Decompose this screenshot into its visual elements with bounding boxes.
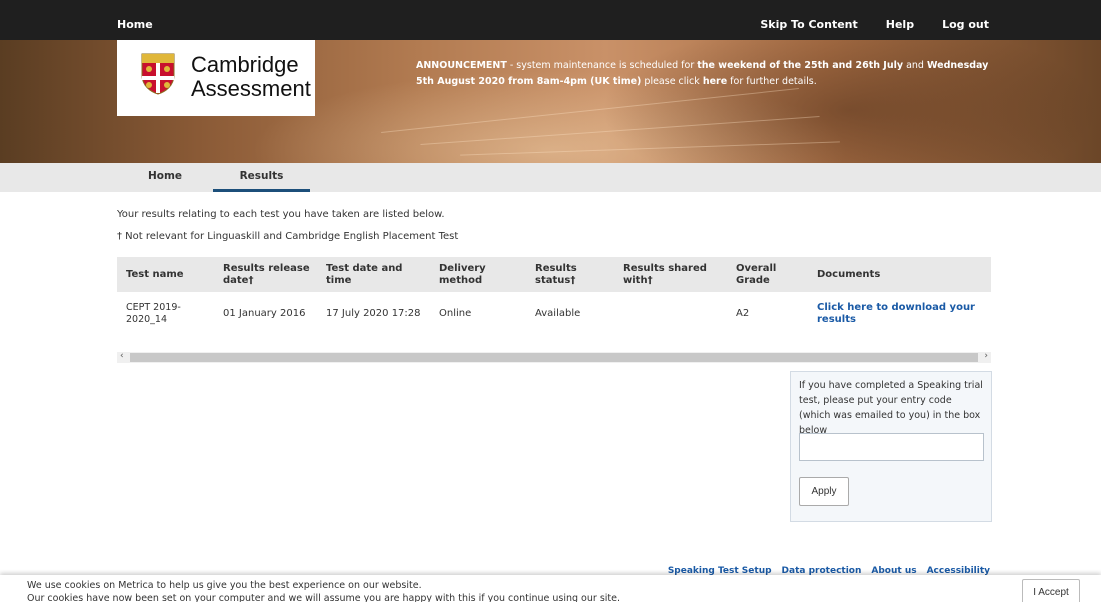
main-nav: Home Results xyxy=(0,163,1101,192)
scroll-right-icon[interactable]: › xyxy=(984,351,988,361)
announcement-text: - system maintenance is scheduled for xyxy=(506,60,698,71)
col-test-name: Test name xyxy=(126,269,184,280)
col-delivery-method: Delivery method xyxy=(439,263,486,286)
cookie-line-1: We use cookies on Metrica to help us giv… xyxy=(27,580,422,591)
cell-test-date: 17 July 2020 17:28 xyxy=(326,308,421,319)
help-link[interactable]: Help xyxy=(886,18,914,31)
crest-icon xyxy=(141,53,175,95)
logo-line-1: Cambridge xyxy=(191,52,299,77)
cell-documents: Click here to download your results xyxy=(817,302,987,326)
cookie-line-2: Our cookies have now been set on your co… xyxy=(27,593,620,602)
logo-text: Cambridge Assessment xyxy=(191,53,311,101)
download-results-link[interactable]: Click here to download your results xyxy=(817,302,975,325)
col-release-date: Results release date† xyxy=(223,263,310,286)
cell-delivery-method: Online xyxy=(439,308,472,319)
cambridge-assessment-logo[interactable]: Cambridge Assessment xyxy=(117,40,315,116)
announcement-text: please click xyxy=(641,76,703,87)
col-results-shared: Results shared with† xyxy=(623,263,707,286)
tab-home[interactable]: Home xyxy=(117,163,213,192)
top-right-links: Skip To Content Help Log out xyxy=(760,18,989,31)
tab-results[interactable]: Results xyxy=(213,163,310,192)
cookie-banner: We use cookies on Metrica to help us giv… xyxy=(0,575,1101,602)
cell-release-date: 01 January 2016 xyxy=(223,308,306,319)
speaking-trial-panel: If you have completed a Speaking trial t… xyxy=(790,371,992,522)
col-documents: Documents xyxy=(817,269,881,280)
skip-to-content-link[interactable]: Skip To Content xyxy=(760,18,857,31)
logo-line-2: Assessment xyxy=(191,76,311,101)
cell-test-name: CEPT 2019-2020_14 xyxy=(126,302,181,325)
accept-cookies-button[interactable]: I Accept xyxy=(1022,579,1080,602)
cell-results-status: Available xyxy=(535,308,581,319)
cookie-text: We use cookies on Metrica to help us giv… xyxy=(27,579,620,602)
announcement-text: for further details. xyxy=(727,76,817,87)
announcement-label: ANNOUNCEMENT xyxy=(416,60,507,71)
col-results-status: Results status† xyxy=(535,263,577,286)
announcement-dates: the weekend of the 25th and 26th July xyxy=(697,60,904,71)
apply-button[interactable]: Apply xyxy=(799,477,849,506)
entry-code-input[interactable] xyxy=(799,433,984,461)
scrollbar-thumb[interactable] xyxy=(130,353,978,362)
results-note: † Not relevant for Linguaskill and Cambr… xyxy=(117,231,459,242)
speaking-trial-text: If you have completed a Speaking trial t… xyxy=(799,380,983,436)
col-test-date: Test date and time xyxy=(326,263,403,286)
results-intro: Your results relating to each test you h… xyxy=(117,209,445,220)
announcement-text: and xyxy=(903,60,927,71)
announcement-here-link[interactable]: here xyxy=(703,76,727,87)
announcement: ANNOUNCEMENT - system maintenance is sch… xyxy=(416,58,1006,90)
logout-link[interactable]: Log out xyxy=(942,18,989,31)
table-horizontal-scrollbar[interactable]: ‹ › xyxy=(117,351,991,363)
scroll-left-icon[interactable]: ‹ xyxy=(120,351,124,361)
top-home-link[interactable]: Home xyxy=(117,18,153,31)
top-bar: Home Skip To Content Help Log out xyxy=(0,0,1101,40)
cell-overall-grade: A2 xyxy=(736,308,750,319)
col-overall-grade: Overall Grade xyxy=(736,263,777,286)
